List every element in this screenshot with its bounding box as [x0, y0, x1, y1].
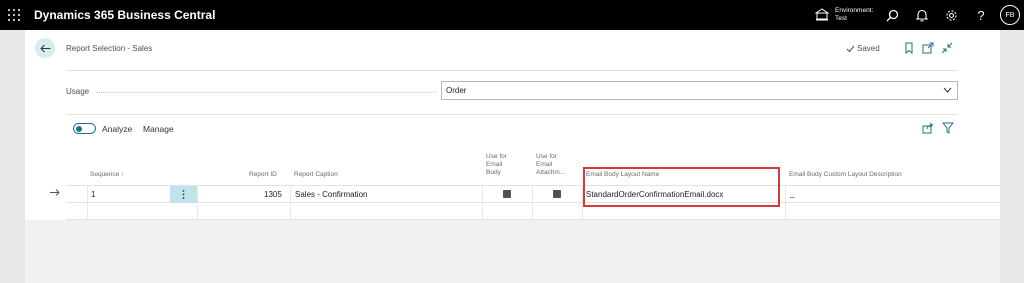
usage-value: Order	[446, 86, 467, 95]
manage-button[interactable]: Manage	[143, 124, 174, 134]
open-new-window-icon[interactable]	[922, 42, 934, 54]
app-launcher-icon[interactable]	[8, 9, 20, 21]
page-title: Report Selection - Sales	[66, 44, 153, 53]
help-icon[interactable]: ?	[973, 7, 989, 23]
user-avatar[interactable]: FB	[1000, 5, 1020, 25]
collapse-icon[interactable]	[941, 42, 953, 54]
actions-divider	[66, 114, 958, 115]
column-divider	[197, 185, 198, 219]
empty-list-area	[25, 220, 1000, 283]
saved-label: Saved	[857, 44, 880, 53]
environment-label: Environment:	[835, 7, 874, 14]
environment-indicator[interactable]: Environment: Test	[815, 4, 873, 26]
back-button[interactable]	[35, 38, 55, 58]
bookmark-icon[interactable]	[903, 42, 915, 54]
analyze-label: Analyze	[102, 124, 133, 134]
arrow-left-icon	[39, 44, 50, 52]
environment-value: Test	[835, 15, 847, 22]
column-header-report-caption[interactable]: Report Caption	[294, 171, 338, 179]
cell-email-body-custom-layout-description[interactable]: _	[790, 189, 794, 198]
top-bar: Dynamics 365 Business Central Environmen…	[0, 0, 1024, 30]
analyze-toggle[interactable]	[73, 123, 96, 134]
app-title[interactable]: Dynamics 365 Business Central	[34, 8, 215, 22]
column-divider	[785, 185, 786, 219]
usage-select[interactable]: Order	[441, 81, 958, 100]
settings-gear-icon[interactable]	[943, 7, 959, 23]
usage-leader-dots	[96, 92, 436, 93]
cell-use-email-body-checkbox[interactable]	[503, 190, 511, 198]
cell-report-caption[interactable]: Sales - Confirmation	[295, 190, 367, 199]
notifications-bell-icon[interactable]	[914, 7, 930, 23]
row-actions-button[interactable]	[170, 186, 197, 203]
column-header-report-id[interactable]: Report ID	[249, 171, 277, 179]
cell-sequence[interactable]: 1	[91, 190, 95, 199]
search-icon[interactable]	[884, 7, 900, 23]
usage-label: Usage	[66, 87, 90, 96]
current-row-arrow-icon	[50, 189, 60, 196]
cell-use-email-attachment-checkbox[interactable]	[553, 190, 561, 198]
share-icon[interactable]	[922, 122, 934, 134]
header-divider	[66, 70, 958, 71]
cell-report-id[interactable]: 1305	[264, 190, 282, 199]
column-header-use-email-attachment[interactable]: Use for Email Attachm...	[536, 153, 565, 177]
column-divider	[87, 185, 88, 219]
more-options-icon	[182, 190, 185, 199]
column-divider	[290, 185, 291, 219]
column-header-email-body-custom-layout-description[interactable]: Email Body Custom Layout Description	[789, 171, 902, 179]
column-divider	[482, 185, 483, 219]
environment-icon	[815, 8, 829, 21]
chevron-down-icon	[943, 87, 952, 93]
column-header-use-email-body[interactable]: Use for Email Body	[486, 153, 507, 177]
header-row-divider	[66, 185, 1000, 186]
highlight-box	[583, 167, 780, 207]
row-divider	[66, 202, 1000, 203]
column-divider	[532, 185, 533, 219]
checkmark-icon	[846, 45, 855, 52]
column-header-sequence[interactable]: Sequence ↑	[90, 171, 124, 179]
saved-status: Saved	[846, 44, 880, 53]
filter-icon[interactable]	[942, 122, 954, 134]
